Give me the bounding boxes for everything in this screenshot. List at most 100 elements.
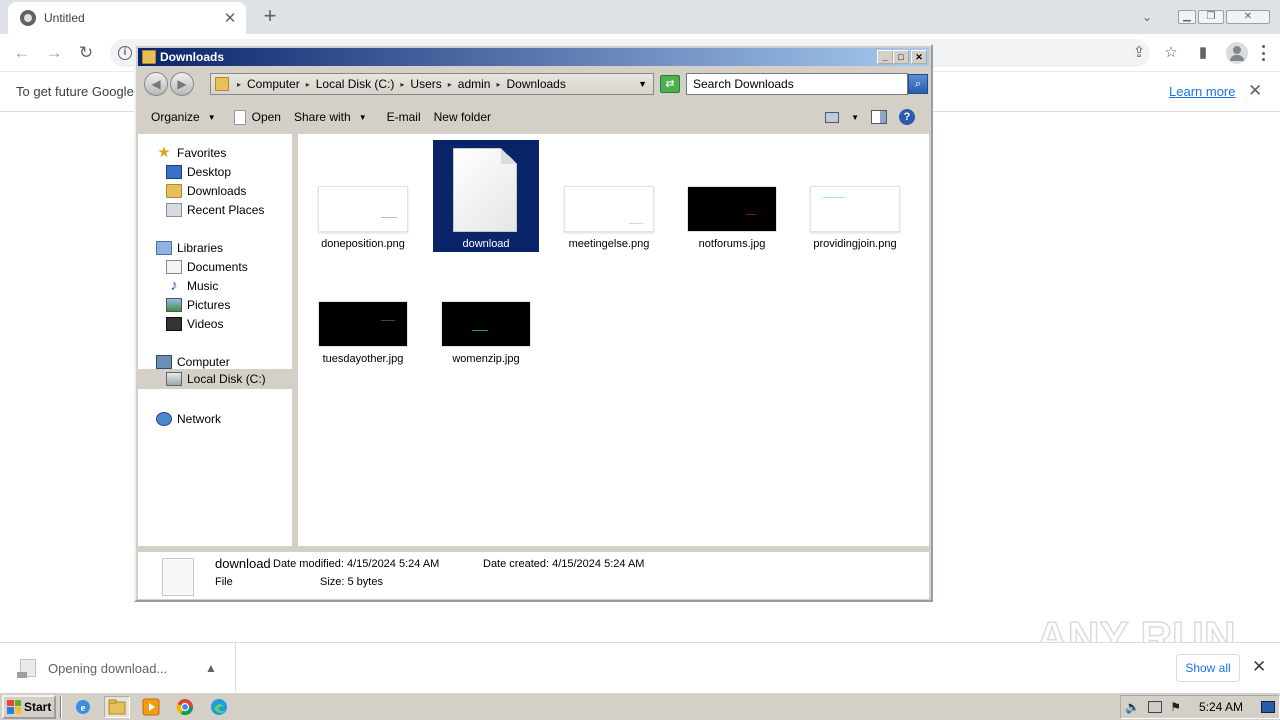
nav-label: Videos: [187, 317, 224, 331]
nav-videos[interactable]: Videos: [166, 315, 223, 333]
chrome-icon[interactable]: [172, 696, 198, 718]
nav-pictures[interactable]: Pictures: [166, 296, 230, 314]
close-window-icon[interactable]: ✕: [1226, 10, 1270, 24]
download-shelf-close-icon[interactable]: ✕: [1252, 657, 1266, 677]
view-options-icon[interactable]: [825, 111, 840, 123]
email-label: E-mail: [386, 110, 421, 124]
nav-downloads[interactable]: Downloads: [166, 182, 246, 200]
address-dropdown-icon[interactable]: ▼: [638, 79, 647, 89]
system-tray: 🔈 ⚑ 5:24 AM: [1120, 695, 1280, 719]
download-item[interactable]: Opening download... ▲: [0, 643, 236, 693]
media-player-icon[interactable]: [138, 696, 164, 718]
tab-close-icon[interactable]: ✕: [222, 9, 238, 27]
browser-tab[interactable]: Untitled ✕: [8, 2, 246, 34]
show-desktop-icon[interactable]: [1261, 701, 1275, 713]
nav-label: Libraries: [177, 241, 224, 255]
file-name: meetingelse.png: [568, 238, 650, 250]
nav-local-disk[interactable]: Local Disk (C:): [138, 369, 292, 389]
window-title: Downloads: [160, 50, 225, 64]
share-with-button[interactable]: Share with ▼: [294, 110, 367, 124]
learn-more-link[interactable]: Learn more: [1169, 84, 1235, 99]
infobar-close-icon[interactable]: ✕: [1248, 81, 1262, 101]
breadcrumb-admin[interactable]: admin: [458, 77, 491, 91]
open-label: Open: [251, 110, 281, 124]
file-item[interactable]: providingjoin.png: [802, 140, 908, 252]
navigation-pane: ★ Favorites Desktop Downloads Recent Plac…: [138, 134, 295, 546]
chevron-up-icon[interactable]: ▲: [201, 661, 221, 675]
nav-documents[interactable]: Documents: [166, 258, 248, 276]
back-icon[interactable]: ←: [11, 42, 33, 64]
maximize-button[interactable]: □: [893, 50, 909, 64]
nav-network[interactable]: Network: [156, 410, 221, 428]
file-item[interactable]: womenzip.jpg: [433, 255, 539, 367]
file-item[interactable]: notforums.jpg: [679, 140, 785, 252]
new-tab-button[interactable]: +: [258, 4, 282, 28]
restore-icon[interactable]: ❐: [1198, 10, 1224, 24]
help-icon[interactable]: ?: [899, 109, 915, 125]
nav-favorites[interactable]: ★ Favorites: [156, 144, 226, 162]
close-button[interactable]: ✕: [911, 50, 927, 64]
libraries-icon: [156, 241, 172, 255]
menu-icon[interactable]: [1262, 45, 1266, 61]
breadcrumb-computer[interactable]: Computer: [247, 77, 300, 91]
info-icon[interactable]: i: [118, 46, 132, 60]
nav-desktop[interactable]: Desktop: [166, 163, 231, 181]
taskbar: Start e 🔈 ⚑ 5:24 AM: [0, 692, 1280, 720]
nav-label: Favorites: [177, 146, 227, 160]
chevron-down-icon[interactable]: ▼: [851, 113, 859, 122]
minimize-button[interactable]: _: [877, 50, 893, 64]
local-disk-icon: [166, 372, 182, 386]
volume-icon[interactable]: 🔈: [1125, 700, 1140, 714]
open-button[interactable]: Open: [233, 109, 281, 125]
new-folder-button[interactable]: New folder: [434, 110, 491, 124]
search-input[interactable]: Search Downloads: [686, 73, 908, 95]
reload-icon[interactable]: ↻: [75, 42, 97, 64]
file-icon: [17, 659, 36, 678]
forward-button[interactable]: ▶: [170, 72, 194, 96]
tab-strip: Untitled ✕ + ⌄ ▁ ❐ ✕: [0, 0, 1280, 34]
forward-icon[interactable]: →: [43, 42, 65, 64]
file-item[interactable]: doneposition.png: [310, 140, 416, 252]
minimize-icon[interactable]: ▁: [1178, 10, 1196, 24]
details-pane: download Date modified: 4/15/2024 5:24 A…: [138, 549, 929, 599]
breadcrumb-downloads[interactable]: Downloads: [506, 77, 565, 91]
nav-music[interactable]: ♪ Music: [166, 277, 218, 295]
breadcrumb-users[interactable]: Users: [410, 77, 441, 91]
breadcrumb-arrow-icon[interactable]: ▸: [237, 80, 241, 89]
email-button[interactable]: E-mail: [387, 110, 421, 124]
breadcrumb-arrow-icon[interactable]: ▸: [448, 80, 452, 89]
network-tray-icon[interactable]: [1148, 701, 1163, 713]
search-icon[interactable]: ⌕: [908, 74, 928, 94]
breadcrumb-local-disk[interactable]: Local Disk (C:): [316, 77, 395, 91]
breadcrumb[interactable]: ▸ Computer ▸ Local Disk (C:) ▸ Users ▸ admi…: [210, 73, 654, 95]
share-icon[interactable]: ⇪: [1130, 44, 1148, 62]
preview-pane-icon[interactable]: [871, 110, 887, 124]
file-item[interactable]: meetingelse.png: [556, 140, 662, 252]
breadcrumb-arrow-icon[interactable]: ▸: [400, 80, 404, 89]
file-item-selected[interactable]: download: [433, 140, 539, 252]
file-item[interactable]: tuesdayother.jpg: [310, 255, 416, 367]
clock: 5:24 AM: [1198, 700, 1243, 714]
nav-libraries[interactable]: Libraries: [156, 239, 223, 257]
start-button[interactable]: Start: [2, 694, 56, 719]
share-with-label: Share with: [293, 110, 351, 124]
profile-avatar[interactable]: [1226, 42, 1248, 64]
image-thumbnail: [810, 186, 900, 232]
internet-explorer-icon[interactable]: e: [70, 696, 96, 718]
tab-search-icon[interactable]: ⌄: [1142, 10, 1162, 24]
organize-button[interactable]: Organize ▼: [151, 110, 216, 124]
nav-recent-places[interactable]: Recent Places: [166, 201, 264, 219]
refresh-icon[interactable]: ⇄: [660, 75, 680, 93]
chevron-down-icon: ▼: [207, 112, 216, 122]
explorer-taskbar-icon[interactable]: [104, 695, 130, 718]
bookmark-star-icon[interactable]: ☆: [1162, 44, 1180, 62]
show-all-button[interactable]: Show all: [1176, 654, 1240, 682]
breadcrumb-arrow-icon[interactable]: ▸: [496, 80, 500, 89]
flag-icon[interactable]: ⚑: [1170, 700, 1181, 714]
breadcrumb-arrow-icon[interactable]: ▸: [306, 80, 310, 89]
edge-icon[interactable]: [206, 696, 232, 718]
side-panel-icon[interactable]: ▮: [1194, 44, 1212, 62]
back-button[interactable]: ◀: [144, 72, 168, 96]
image-thumbnail: [318, 301, 408, 347]
window-titlebar[interactable]: Downloads _ □ ✕: [138, 48, 929, 66]
